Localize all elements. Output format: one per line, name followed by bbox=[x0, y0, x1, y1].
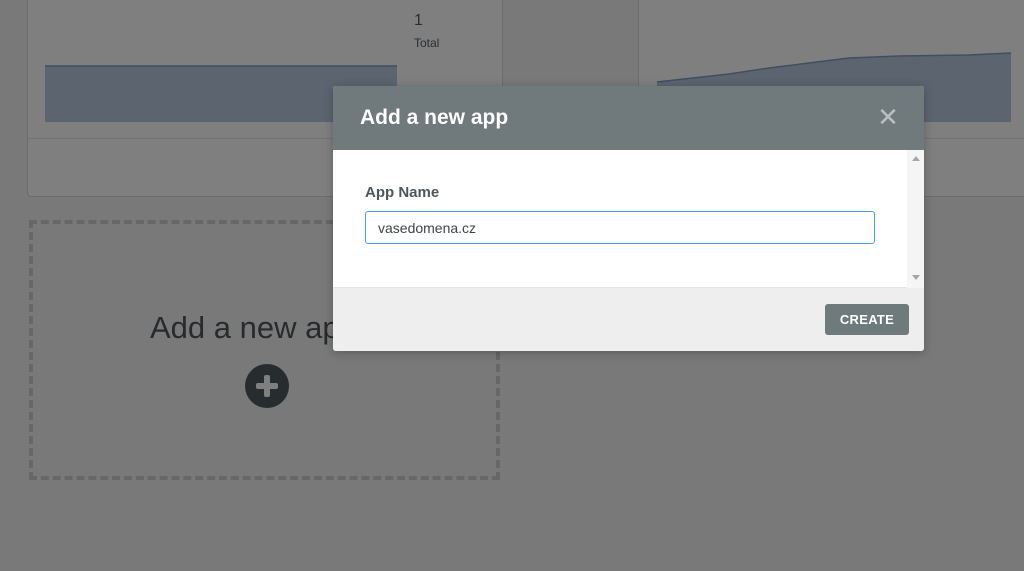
app-name-input[interactable] bbox=[365, 211, 875, 244]
create-button[interactable]: CREATE bbox=[825, 304, 909, 335]
dialog-footer: CREATE bbox=[333, 288, 924, 351]
app-name-label: App Name bbox=[365, 184, 440, 201]
dialog-body: App Name bbox=[333, 150, 924, 288]
add-app-dialog: Add a new app ✕ App Name CREATE bbox=[333, 86, 924, 351]
dialog-title: Add a new app bbox=[360, 106, 509, 129]
close-icon[interactable]: ✕ bbox=[877, 105, 899, 131]
scroll-up-arrow-icon[interactable] bbox=[912, 156, 920, 161]
dialog-scrollbar[interactable] bbox=[907, 150, 924, 288]
scroll-down-arrow-icon[interactable] bbox=[912, 275, 920, 280]
dialog-header: Add a new app ✕ bbox=[333, 86, 924, 150]
